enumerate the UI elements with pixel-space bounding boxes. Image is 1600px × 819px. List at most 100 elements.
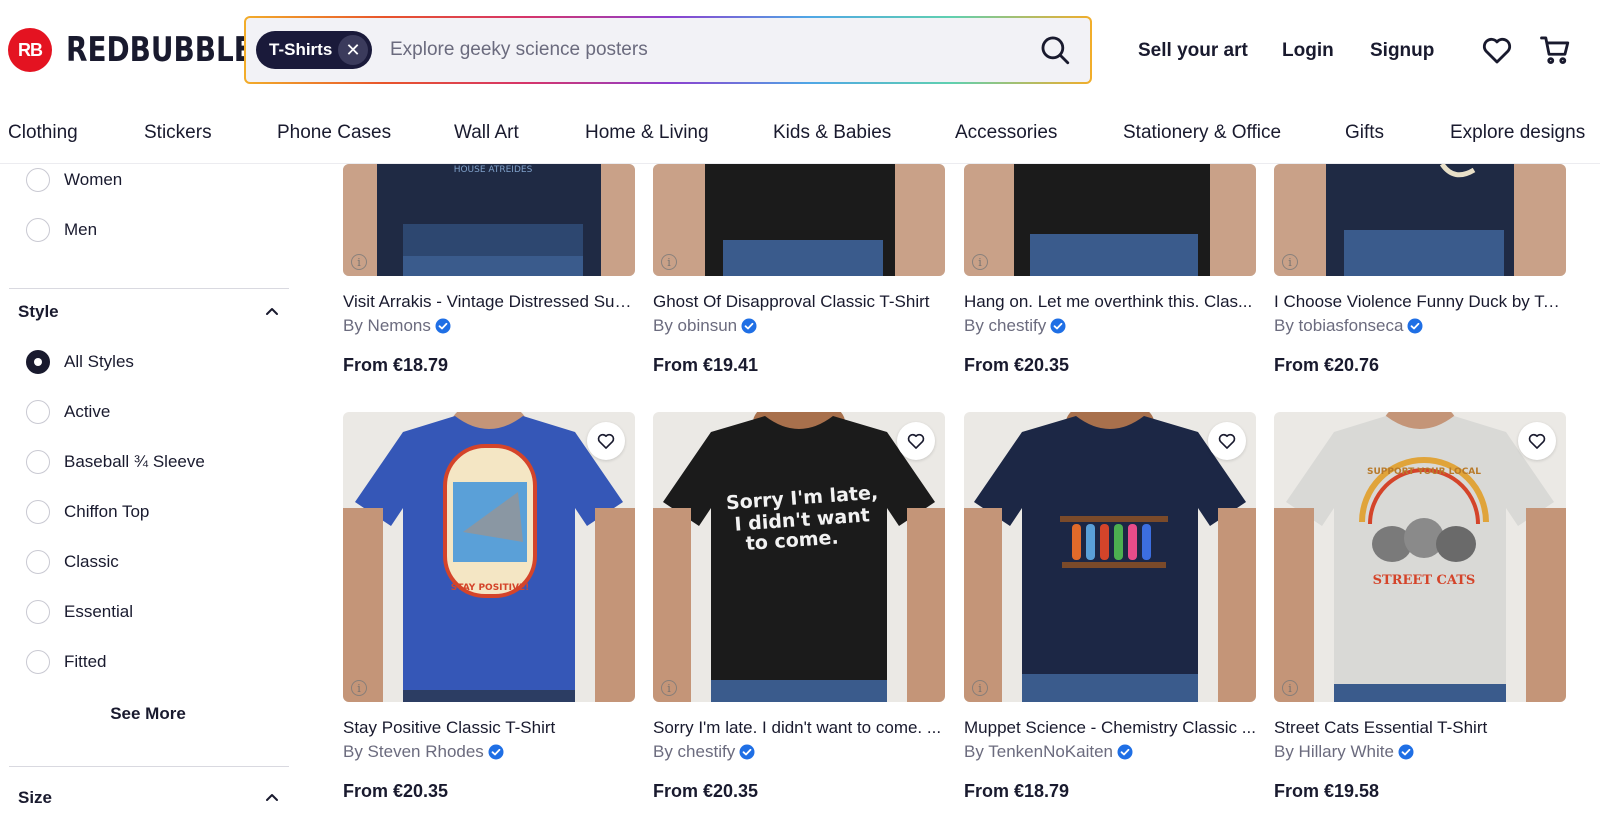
sell-your-art-link[interactable]: Sell your art	[1138, 40, 1248, 62]
category-wall-art[interactable]: Wall Art	[454, 122, 519, 144]
search-icon[interactable]	[1038, 33, 1072, 67]
product-artist[interactable]: By chestify	[964, 316, 1066, 336]
style-option-baseball-sleeve[interactable]: Baseball ¾ Sleeve	[26, 450, 205, 474]
favorite-button[interactable]	[1518, 422, 1556, 460]
product-image[interactable]: i	[1274, 164, 1566, 276]
product-price: From €20.35	[964, 355, 1070, 375]
category-home-living[interactable]: Home & Living	[585, 122, 709, 144]
verified-badge-icon	[1398, 744, 1414, 760]
product-price: From €20.76	[1274, 355, 1380, 375]
product-title[interactable]: Visit Arrakis - Vintage Distressed Surf.…	[343, 292, 635, 312]
tshirt-photo	[964, 412, 1256, 702]
size-section-header[interactable]: Size	[18, 788, 280, 808]
style-option-classic[interactable]: Classic	[26, 550, 119, 574]
artist-name: By Steven Rhodes	[343, 742, 484, 761]
radio-button[interactable]	[26, 600, 50, 624]
product-artist[interactable]: By tobiasfonseca	[1274, 316, 1423, 336]
product-card[interactable]: SUPPORT YOUR LOCAL STREET CATS i Street …	[1274, 412, 1566, 819]
product-image[interactable]: HOUSE ATREIDES i	[343, 164, 635, 276]
search-filter-chip[interactable]: T-Shirts ✕	[256, 31, 372, 69]
info-icon[interactable]: i	[972, 680, 988, 696]
product-artist[interactable]: By Steven Rhodes	[343, 742, 504, 762]
category-gifts[interactable]: Gifts	[1345, 122, 1384, 144]
radio-button[interactable]	[26, 500, 50, 524]
product-image[interactable]: STAY POSITIVE! i	[343, 412, 635, 702]
chevron-up-icon[interactable]	[264, 304, 280, 320]
product-title[interactable]: Street Cats Essential T-Shirt	[1274, 718, 1566, 738]
product-artist[interactable]: By Hillary White	[1274, 742, 1414, 762]
info-icon[interactable]: i	[1282, 680, 1298, 696]
info-icon[interactable]: i	[661, 254, 677, 270]
style-option-all-styles[interactable]: All Styles	[26, 350, 134, 374]
category-kids-babies[interactable]: Kids & Babies	[773, 122, 891, 144]
category-accessories[interactable]: Accessories	[955, 122, 1057, 144]
style-section-header[interactable]: Style	[18, 302, 280, 322]
style-option-fitted[interactable]: Fitted	[26, 650, 107, 674]
chip-remove-icon[interactable]: ✕	[338, 35, 368, 65]
see-more-button[interactable]: See More	[0, 704, 296, 724]
style-option-chiffon-top[interactable]: Chiffon Top	[26, 500, 149, 524]
product-image[interactable]: SUPPORT YOUR LOCAL STREET CATS i	[1274, 412, 1566, 702]
radio-button[interactable]	[26, 450, 50, 474]
product-artist[interactable]: By TenkenNoKaiten	[964, 742, 1133, 762]
search-input[interactable]	[390, 30, 1010, 70]
product-card[interactable]: i Muppet Science - Chemistry Classic ...…	[964, 412, 1256, 819]
product-card[interactable]: i I Choose Violence Funny Duck by To... …	[1274, 164, 1566, 375]
login-link[interactable]: Login	[1282, 40, 1334, 62]
favorite-button[interactable]	[897, 422, 935, 460]
product-artist[interactable]: By Nemons	[343, 316, 451, 336]
radio-button[interactable]	[26, 218, 50, 242]
signup-link[interactable]: Signup	[1370, 40, 1434, 62]
product-price: From €19.58	[1274, 781, 1380, 801]
radio-button[interactable]	[26, 550, 50, 574]
product-card[interactable]: i Hang on. Let me overthink this. Clas..…	[964, 164, 1256, 375]
radio-button[interactable]	[26, 400, 50, 424]
info-icon[interactable]: i	[972, 254, 988, 270]
info-icon[interactable]: i	[351, 680, 367, 696]
filter-option-men[interactable]: Men	[26, 218, 97, 242]
radio-button[interactable]	[26, 168, 50, 192]
style-option-essential[interactable]: Essential	[26, 600, 133, 624]
product-artist[interactable]: By obinsun	[653, 316, 757, 336]
product-card[interactable]: HOUSE ATREIDES i Visit Arrakis - Vintage…	[343, 164, 635, 375]
filter-option-women[interactable]: Women	[26, 168, 122, 192]
product-title[interactable]: I Choose Violence Funny Duck by To...	[1274, 292, 1566, 312]
product-title[interactable]: Hang on. Let me overthink this. Clas...	[964, 292, 1256, 312]
product-price: From €18.79	[964, 781, 1070, 801]
product-card[interactable]: i Ghost Of Disapproval Classic T-Shirt B…	[653, 164, 945, 375]
category-stationery-office[interactable]: Stationery & Office	[1123, 122, 1281, 144]
cart-icon[interactable]	[1538, 33, 1572, 67]
svg-text:STAY POSITIVE!: STAY POSITIVE!	[451, 583, 529, 593]
category-stickers[interactable]: Stickers	[144, 122, 212, 144]
product-card[interactable]: Sorry I'm late, I didn't want to come. i…	[653, 412, 945, 819]
product-image[interactable]: i	[964, 164, 1256, 276]
product-image[interactable]: Sorry I'm late, I didn't want to come. i	[653, 412, 945, 702]
product-artist[interactable]: By chestify	[653, 742, 755, 762]
chevron-up-icon[interactable]	[264, 790, 280, 806]
verified-badge-icon	[488, 744, 504, 760]
category-clothing[interactable]: Clothing	[8, 122, 78, 144]
verified-badge-icon	[739, 744, 755, 760]
product-title[interactable]: Muppet Science - Chemistry Classic ...	[964, 718, 1256, 738]
category-explore-designs[interactable]: Explore designs	[1450, 122, 1585, 144]
favorite-button[interactable]	[1208, 422, 1246, 460]
product-title[interactable]: Ghost Of Disapproval Classic T-Shirt	[653, 292, 945, 312]
product-title[interactable]: Stay Positive Classic T-Shirt	[343, 718, 635, 738]
product-card[interactable]: STAY POSITIVE! i Stay Positive Classic T…	[343, 412, 635, 819]
heart-icon[interactable]	[1480, 33, 1514, 67]
product-image[interactable]: i	[964, 412, 1256, 702]
category-phone-cases[interactable]: Phone Cases	[277, 122, 391, 144]
logo-mark: RB	[8, 28, 52, 72]
product-title[interactable]: Sorry I'm late. I didn't want to come. .…	[653, 718, 945, 738]
style-option-active[interactable]: Active	[26, 400, 110, 424]
product-image[interactable]: i	[653, 164, 945, 276]
artist-name: By tobiasfonseca	[1274, 316, 1404, 335]
divider	[9, 766, 289, 767]
favorite-button[interactable]	[587, 422, 625, 460]
info-icon[interactable]: i	[1282, 254, 1298, 270]
divider	[9, 288, 289, 289]
info-icon[interactable]: i	[351, 254, 367, 270]
radio-button[interactable]	[26, 650, 50, 674]
radio-button[interactable]	[26, 350, 50, 374]
info-icon[interactable]: i	[661, 680, 677, 696]
